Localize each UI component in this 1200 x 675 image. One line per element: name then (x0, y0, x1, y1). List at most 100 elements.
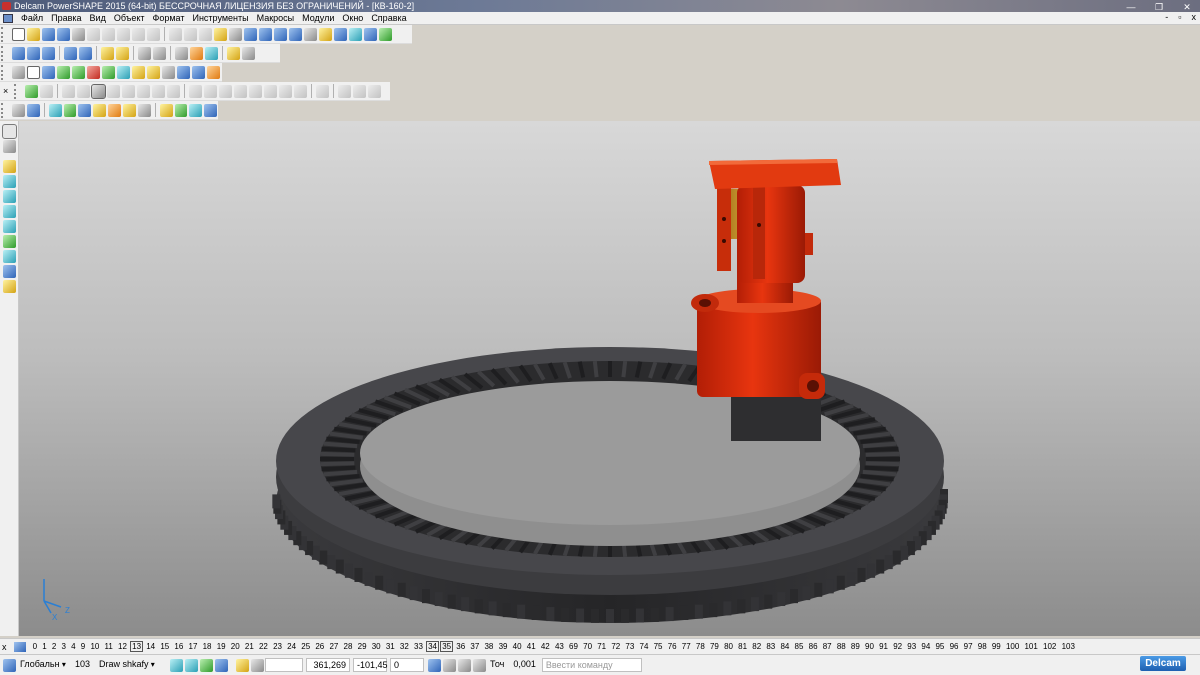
rotate-icon[interactable] (91, 83, 106, 99)
hand-pan-icon[interactable] (242, 46, 255, 60)
wizard-icon[interactable] (379, 27, 392, 41)
pattern-icon[interactable] (137, 103, 151, 117)
calculator-status-icon[interactable] (443, 658, 457, 672)
level-button[interactable]: 97 (962, 642, 975, 651)
level-button[interactable]: 0 (31, 642, 39, 651)
graphics-viewport[interactable]: X Z (19, 121, 1200, 636)
level-button[interactable]: 43 (553, 642, 566, 651)
level-button[interactable]: 103 (1060, 642, 1077, 651)
extrude-icon[interactable] (48, 103, 62, 117)
level-button[interactable]: 18 (201, 642, 214, 651)
level-button[interactable]: 11 (103, 642, 115, 651)
level-button[interactable]: 69 (567, 642, 580, 651)
level-button[interactable]: 26 (313, 642, 326, 651)
tree-branch-icon[interactable] (25, 84, 38, 98)
check-icon[interactable] (174, 103, 188, 117)
level-button[interactable]: 41 (525, 642, 538, 651)
tolerance-icon[interactable] (473, 658, 487, 672)
solid-icon[interactable] (334, 27, 347, 41)
x-coordinate-field[interactable]: 361,269 (306, 658, 351, 672)
scale-icon[interactable] (122, 84, 135, 98)
mdi-close-button[interactable]: x (1192, 12, 1197, 22)
view-right-icon[interactable] (64, 46, 77, 60)
wireframe-icon[interactable] (175, 46, 188, 60)
level-button[interactable]: 30 (370, 642, 383, 651)
level-button[interactable]: 31 (384, 642, 397, 651)
level-button[interactable]: 95 (933, 642, 946, 651)
workplane-status-icon[interactable] (3, 658, 16, 672)
z-coordinate-field[interactable]: 0 (390, 658, 425, 672)
grid-value-field[interactable] (265, 658, 304, 672)
command-input[interactable]: Ввести команду (541, 658, 642, 672)
level-button[interactable]: 102 (1041, 642, 1058, 651)
level-button[interactable]: 24 (285, 642, 298, 651)
level-button[interactable]: 101 (1022, 642, 1039, 651)
boolean-add-icon[interactable] (338, 84, 351, 98)
line-icon[interactable] (304, 27, 317, 41)
level-button[interactable]: 82 (750, 642, 763, 651)
sphere-red-icon[interactable] (87, 65, 100, 79)
level-button[interactable]: 2 (50, 642, 58, 651)
assembly-tool-icon[interactable] (2, 280, 16, 293)
toolbar-grip[interactable] (14, 83, 22, 99)
project-icon[interactable] (294, 84, 307, 98)
level-button[interactable]: 34 (426, 641, 439, 652)
level-button[interactable]: 17 (187, 642, 200, 651)
open-folder-icon[interactable] (27, 27, 40, 41)
level-button[interactable]: 74 (638, 642, 651, 651)
level-button[interactable]: 32 (398, 642, 411, 651)
tree-icon[interactable] (42, 65, 55, 79)
toolbar-grip[interactable] (1, 26, 9, 42)
save-icon[interactable] (42, 27, 55, 41)
assembly-icon[interactable] (147, 65, 160, 79)
level-button[interactable]: 39 (497, 642, 510, 651)
level-button[interactable]: 70 (581, 642, 594, 651)
zoom-all-icon[interactable] (153, 46, 166, 60)
level-button[interactable]: 85 (793, 642, 806, 651)
level-button[interactable]: 93 (905, 642, 918, 651)
arrow-cyan-icon[interactable] (117, 65, 130, 79)
paste-icon[interactable] (117, 27, 130, 41)
levels-icon[interactable] (14, 641, 26, 652)
material-icon[interactable] (57, 65, 70, 79)
level-button[interactable]: 13 (130, 641, 144, 652)
level-button[interactable]: 42 (539, 642, 552, 651)
redo-list-icon[interactable] (199, 27, 212, 41)
trim-icon[interactable] (167, 84, 180, 98)
coordinates-mode-icon[interactable] (428, 658, 442, 672)
draft-icon[interactable] (249, 84, 262, 98)
level-button[interactable]: 27 (327, 642, 340, 651)
join-icon[interactable] (279, 84, 292, 98)
mesh-tool-icon[interactable] (2, 250, 16, 263)
level-button[interactable]: 75 (652, 642, 665, 651)
feature-icon[interactable] (364, 27, 377, 41)
level-button[interactable]: 100 (1004, 642, 1021, 651)
save-as-icon[interactable] (57, 27, 70, 41)
level-button[interactable]: 16 (172, 642, 185, 651)
flag-icon[interactable] (40, 84, 53, 98)
level-button[interactable]: 77 (680, 642, 693, 651)
zoom-in-icon[interactable] (101, 46, 114, 60)
boolean-sub-icon[interactable] (353, 84, 366, 98)
level-button[interactable]: 87 (821, 642, 834, 651)
loft-icon[interactable] (93, 103, 107, 117)
level-button[interactable]: 80 (722, 642, 735, 651)
level-button[interactable]: 79 (708, 642, 721, 651)
level-button[interactable]: 73 (623, 642, 636, 651)
level-button[interactable]: 72 (609, 642, 622, 651)
circle-icon[interactable] (274, 27, 287, 41)
analysis-icon[interactable] (316, 84, 329, 98)
document-icon[interactable] (3, 13, 13, 23)
arc-icon[interactable] (259, 27, 272, 41)
filter-icon[interactable] (215, 658, 229, 672)
level-button[interactable]: 20 (229, 642, 242, 651)
new-file-icon[interactable] (12, 27, 25, 41)
snap-grid-icon[interactable] (185, 658, 199, 672)
boolean-int-icon[interactable] (368, 84, 381, 98)
menu-view[interactable]: Вид (86, 12, 110, 24)
print-icon[interactable] (72, 27, 85, 41)
level-button[interactable]: 94 (919, 642, 932, 651)
level-button[interactable]: 19 (215, 642, 228, 651)
menu-object[interactable]: Объект (110, 12, 149, 24)
level-button[interactable]: 28 (342, 642, 355, 651)
